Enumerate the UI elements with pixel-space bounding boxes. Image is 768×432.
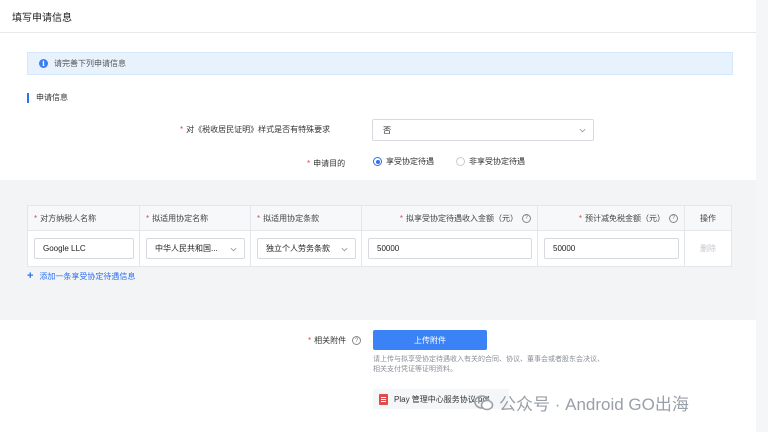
help-icon[interactable]: ? xyxy=(522,213,531,223)
col-header: * 拟适用协定条款 xyxy=(251,206,362,230)
info-text: 请完善下列申请信息 xyxy=(54,59,126,68)
special-req-value: 否 xyxy=(383,125,391,135)
form-panel: 填写申请信息 xyxy=(0,0,756,180)
purpose-label: * 申请目的 xyxy=(307,159,346,168)
purpose-radio-group: 享受协定待遇 非享受协定待遇 xyxy=(373,156,525,167)
required-mark: * xyxy=(308,336,312,345)
info-icon: i xyxy=(39,59,48,68)
treaty-name-select[interactable]: 中华人民共和国... xyxy=(146,238,245,259)
treaty-clause-select[interactable]: 独立个人劳务条款 xyxy=(257,238,356,259)
chevron-down-icon xyxy=(341,247,348,252)
help-icon[interactable]: ? xyxy=(352,336,362,345)
radio-enjoy-treaty[interactable]: 享受协定待遇 xyxy=(373,156,434,167)
watermark: 公众号 · Android GO出海 xyxy=(474,390,689,415)
plus-icon: + xyxy=(27,270,34,282)
section-marker xyxy=(27,92,29,103)
col-header: * 拟享受协定待遇收入金额（元）? xyxy=(362,206,538,230)
special-req-label: * 对《税收居民证明》样式是否有特殊要求 xyxy=(180,125,331,134)
page-title: 填写申请信息 xyxy=(0,0,756,33)
col-header: 操作 xyxy=(700,213,716,223)
required-mark: * xyxy=(307,159,311,168)
chevron-down-icon xyxy=(579,128,586,133)
tax-reduction-input[interactable]: 50000 xyxy=(544,238,679,259)
table-row: Google LLC 中华人民共和国... 独立个人劳务条款 50000 500… xyxy=(28,231,731,266)
upload-hint: 请上传与拟享受协定待遇收入有关的合同、协议、董事会或者股东会决议、相关支付凭证等… xyxy=(373,356,604,373)
col-header: * 对方纳税人名称 xyxy=(28,206,140,230)
radio-dot-checked[interactable] xyxy=(373,157,382,166)
pdf-file-icon xyxy=(379,393,388,405)
upload-button[interactable]: 上传附件 xyxy=(373,330,487,350)
treaty-table: * 对方纳税人名称 * 拟适用协定名称 * 拟适用协定条款 * 拟享受协定待遇收入金额（… xyxy=(27,205,732,267)
add-treaty-link[interactable]: + 添加一条享受协定待遇信息 xyxy=(27,270,135,282)
section-title-text: 申请信息 xyxy=(36,93,68,102)
delete-link[interactable]: 删除 xyxy=(685,243,731,254)
scrollbar[interactable] xyxy=(756,0,768,432)
income-amount-input[interactable]: 50000 xyxy=(368,238,532,259)
table-header: * 对方纳税人名称 * 拟适用协定名称 * 拟适用协定条款 * 拟享受协定待遇收入金额（… xyxy=(28,206,731,231)
taxpayer-name-input[interactable]: Google LLC xyxy=(34,238,134,259)
attachment-label: * 相关附件 ? xyxy=(308,335,362,346)
chevron-down-icon xyxy=(230,247,237,252)
col-header: * 预计减免税金额（元）? xyxy=(538,206,685,230)
radio-no-treaty[interactable]: 非享受协定待遇 xyxy=(456,156,525,167)
wechat-icon xyxy=(474,394,494,410)
special-req-select[interactable]: 否 xyxy=(372,119,594,141)
radio-dot[interactable] xyxy=(456,157,465,166)
help-icon[interactable]: ? xyxy=(669,213,678,223)
required-mark: * xyxy=(180,125,184,134)
info-banner: i 请完善下列申请信息 xyxy=(27,52,733,75)
col-header: * 拟适用协定名称 xyxy=(140,206,251,230)
section-title: 申请信息 xyxy=(27,92,68,103)
